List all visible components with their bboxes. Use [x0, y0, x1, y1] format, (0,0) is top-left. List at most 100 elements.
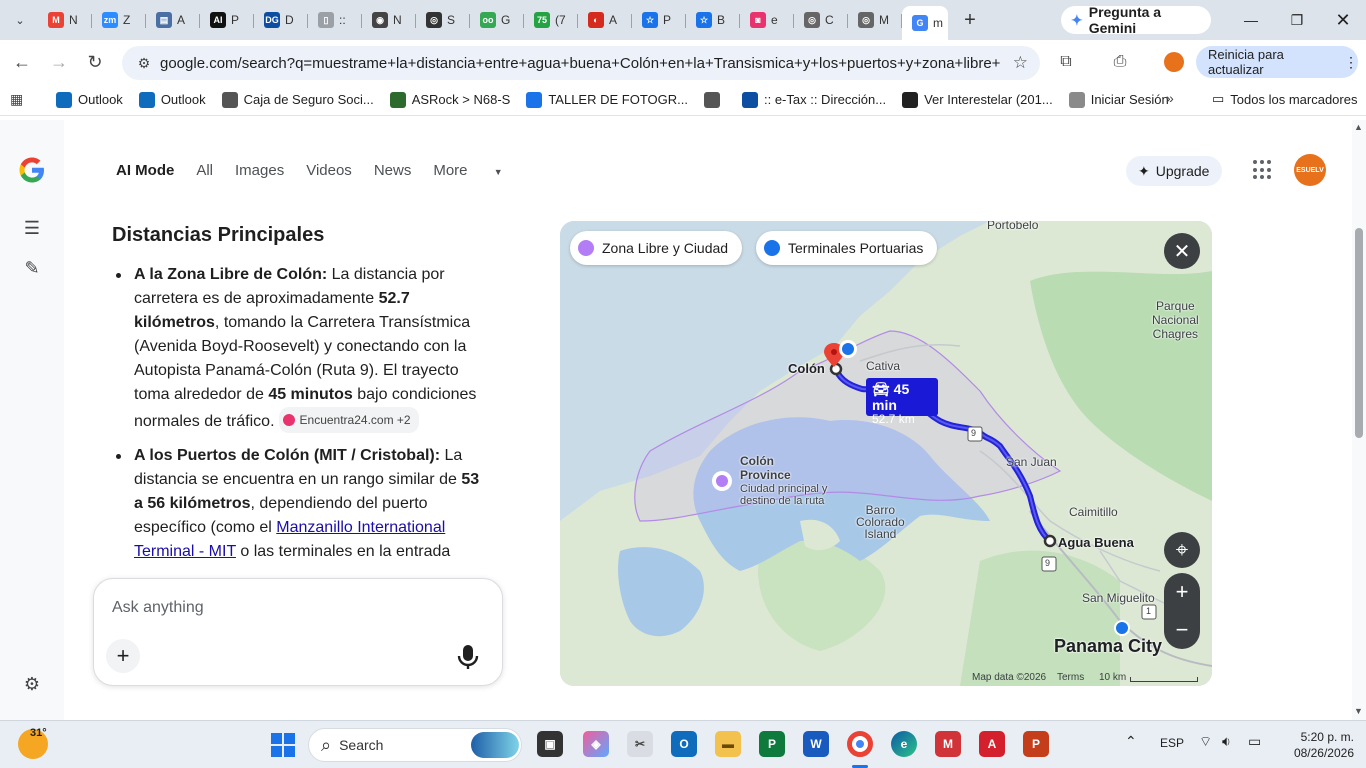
bookmark-item[interactable]: Ver Interestelar (201... [902, 91, 1053, 108]
browser-tab[interactable]: ◙ e [740, 5, 794, 35]
tab-search-button[interactable]: ⌄ [6, 6, 34, 34]
more-bookmarks-icon[interactable]: » [1166, 90, 1174, 106]
tray-chevron-icon[interactable]: ⌃ [1125, 733, 1137, 750]
google-logo-icon[interactable] [16, 154, 48, 186]
maximize-button[interactable]: ❐ [1274, 0, 1320, 40]
bookmark-item[interactable]: Iniciar Sesión [1068, 91, 1169, 108]
ask-placeholder[interactable]: Ask anything [112, 599, 204, 617]
bookmark-item[interactable] [703, 91, 726, 108]
citation-chip[interactable]: Encuentra24.com +2 [278, 407, 419, 433]
browser-tab[interactable]: ◐ A [578, 5, 632, 35]
browser-tab[interactable]: ☆ B [686, 5, 740, 35]
chip-zona-libre[interactable]: Zona Libre y Ciudad [570, 231, 743, 265]
new-chat-icon[interactable]: ✎ [20, 256, 44, 280]
close-window-button[interactable]: ✕ [1320, 0, 1366, 40]
minimize-button[interactable]: — [1228, 0, 1274, 40]
bookmark-item[interactable]: Outlook [56, 91, 123, 108]
tab-videos[interactable]: Videos [306, 162, 352, 179]
browser-tab[interactable]: DG D [254, 5, 308, 35]
tab-images[interactable]: Images [235, 162, 284, 179]
windows-start-icon[interactable] [271, 733, 295, 757]
bookmark-item[interactable]: TALLER DE FOTOGR... [526, 91, 688, 108]
bookmark-item[interactable]: Outlook [138, 91, 206, 108]
browser-tab[interactable]: ▯:: [308, 5, 362, 35]
add-attachment-button[interactable]: + [106, 639, 140, 673]
taskbar-search[interactable]: ⌕ Search [308, 728, 522, 762]
language-indicator[interactable]: ESP [1160, 736, 1184, 750]
battery-icon[interactable]: ▭ [1248, 733, 1261, 750]
apps-grid-icon[interactable]: ▦ [10, 91, 30, 108]
tab-all[interactable]: All [196, 162, 213, 179]
bookmark-star-icon[interactable]: ☆ [1013, 53, 1028, 73]
browser-tab[interactable]: ☆ P [632, 5, 686, 35]
route-info-box[interactable]: 🚘︎ 45 min 52.7 km [866, 378, 938, 426]
task-view-icon[interactable]: ▣ [537, 731, 563, 757]
browser-tab[interactable]: ◉ N [362, 5, 416, 35]
menu-icon[interactable]: ☰ [20, 216, 44, 240]
map-terms-link[interactable]: Terms [1057, 672, 1084, 683]
zoom-out-button[interactable]: − [1164, 611, 1200, 649]
chip-terminales[interactable]: Terminales Portuarias [756, 231, 938, 265]
scroll-thumb[interactable] [1355, 228, 1363, 438]
url-text[interactable]: google.com/search?q=muestrame+la+distanc… [160, 55, 1000, 72]
snipping-tool-icon[interactable]: ✂ [627, 731, 653, 757]
profile-icon[interactable] [1160, 48, 1188, 76]
bookmark-item[interactable]: Caja de Seguro Soci... [221, 91, 374, 108]
route-map[interactable]: Zona Libre y Ciudad Terminales Portuaria… [560, 221, 1212, 686]
all-bookmarks-button[interactable]: ▭ Todos los marcadores [1212, 91, 1357, 107]
mcafee-icon[interactable]: M [935, 731, 961, 757]
menu-dots-icon[interactable]: ⋮ [1344, 54, 1358, 71]
extensions-icon[interactable]: ⧉ [1052, 48, 1080, 76]
tab-active[interactable]: Gm ✕ [902, 6, 948, 40]
microphone-icon[interactable] [456, 643, 480, 671]
back-button[interactable]: ← [8, 48, 36, 76]
copilot-icon[interactable]: ◈ [583, 731, 609, 757]
page-scrollbar[interactable]: ▲ ▼ [1352, 120, 1366, 720]
browser-tab[interactable]: zm Z [92, 5, 146, 35]
google-apps-icon[interactable] [1253, 160, 1273, 180]
zoom-in-button[interactable]: + [1164, 573, 1200, 611]
my-location-button[interactable]: ⌖ [1164, 532, 1200, 568]
settings-gear-icon[interactable]: ⚙ [20, 672, 44, 696]
browser-tab[interactable]: oo G [470, 5, 524, 35]
browser-tab[interactable]: ◎ S [416, 5, 470, 35]
map-canvas[interactable] [560, 221, 1212, 686]
browser-tab[interactable]: ◎ C [794, 5, 848, 35]
ask-input[interactable]: Ask anything + [93, 578, 503, 686]
bookmark-item[interactable]: :: e-Tax :: Dirección... [741, 91, 886, 108]
tab-news[interactable]: News [374, 162, 412, 179]
word-icon[interactable]: W [803, 731, 829, 757]
system-clock[interactable]: 5:20 p. m. 08/26/2026 [1290, 729, 1354, 761]
weather-widget[interactable]: 31° [18, 727, 48, 759]
restart-update-button[interactable]: Reinicia para actualizar ⋮ [1196, 46, 1358, 78]
browser-tab[interactable]: MN [38, 5, 92, 35]
scroll-down-icon[interactable]: ▼ [1354, 706, 1363, 716]
edge-icon[interactable]: e [891, 731, 917, 757]
reload-button[interactable]: ↻ [81, 48, 109, 76]
site-info-icon[interactable]: ⚙ [130, 55, 158, 72]
tab-ai-mode[interactable]: AI Mode [116, 162, 174, 179]
bookmark-item[interactable]: ASRock > N68-S [389, 91, 510, 108]
upgrade-button[interactable]: ✦ Upgrade [1126, 156, 1222, 186]
forward-button[interactable]: → [45, 48, 73, 76]
outlook-icon[interactable]: O [671, 731, 697, 757]
browser-tab[interactable]: AI P [200, 5, 254, 35]
tab-close-icon[interactable]: ✕ [947, 17, 948, 30]
tab-more[interactable]: More ▼ [433, 162, 524, 179]
browser-tab[interactable]: ▤ A [146, 5, 200, 35]
wifi-icon[interactable]: ⌔ [1199, 733, 1212, 751]
powerpoint-icon[interactable]: P [1023, 731, 1049, 757]
map-close-button[interactable]: ✕ [1164, 233, 1200, 269]
browser-tab[interactable]: 75 (7 [524, 5, 578, 35]
gemini-button[interactable]: ✦ Pregunta a Gemini [1061, 4, 1211, 36]
volume-icon[interactable]: 🔉︎ [1222, 733, 1231, 750]
browser-tab[interactable]: ◎ M [848, 5, 902, 35]
print-icon[interactable]: ⎙ [1106, 48, 1134, 76]
publisher-icon[interactable]: P [759, 731, 785, 757]
file-explorer-icon[interactable]: ▬ [715, 731, 741, 757]
account-avatar[interactable]: ESUELV [1294, 154, 1326, 186]
new-tab-button[interactable]: + [956, 6, 984, 34]
acrobat-icon[interactable]: A [979, 731, 1005, 757]
chrome-icon[interactable] [847, 731, 873, 757]
address-bar[interactable]: ⚙ google.com/search?q=muestrame+la+dista… [122, 46, 1040, 80]
